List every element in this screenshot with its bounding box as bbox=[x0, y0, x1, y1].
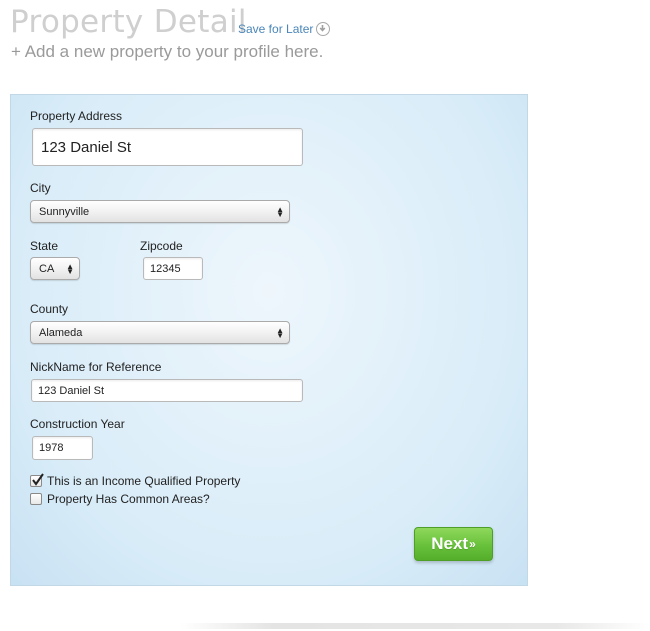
state-select-value: CA bbox=[39, 262, 55, 275]
bottom-divider bbox=[180, 623, 650, 629]
page-subtitle: + Add a new property to your profile her… bbox=[11, 42, 324, 61]
county-label: County bbox=[30, 302, 69, 316]
up-down-arrows-icon: ▲ ▼ bbox=[276, 204, 284, 219]
download-circle-icon[interactable] bbox=[316, 22, 331, 36]
zipcode-label: Zipcode bbox=[140, 239, 183, 253]
construction-year-label: Construction Year bbox=[30, 417, 125, 431]
state-select[interactable]: CA ▲ ▼ bbox=[30, 257, 80, 280]
save-for-later-label[interactable]: Save for Later bbox=[238, 22, 313, 36]
up-down-arrows-icon: ▲ ▼ bbox=[276, 325, 284, 340]
nickname-label: NickName for Reference bbox=[30, 360, 162, 374]
county-select[interactable]: Alameda ▲ ▼ bbox=[30, 321, 290, 344]
county-select-value: Alameda bbox=[39, 326, 83, 339]
city-select[interactable]: Sunnyville ▲ ▼ bbox=[30, 200, 290, 223]
page-title: Property Detail bbox=[10, 4, 247, 40]
common-areas-row[interactable]: Property Has Common Areas? bbox=[30, 492, 210, 506]
checkmark-icon bbox=[32, 473, 44, 486]
common-areas-checkbox[interactable] bbox=[30, 493, 42, 505]
next-button[interactable]: Next» bbox=[414, 527, 493, 561]
zipcode-input[interactable]: 12345 bbox=[143, 257, 203, 280]
city-label: City bbox=[30, 181, 51, 195]
income-qualified-checkbox[interactable] bbox=[30, 473, 44, 487]
next-arrow-icon: » bbox=[469, 537, 476, 551]
save-for-later-link[interactable]: Save for Later bbox=[238, 22, 331, 36]
city-select-value: Sunnyville bbox=[39, 205, 90, 218]
next-button-label: Next bbox=[431, 534, 469, 553]
property-address-input[interactable]: 123 Daniel St bbox=[32, 128, 303, 166]
up-down-arrows-icon: ▲ ▼ bbox=[66, 261, 74, 276]
common-areas-label[interactable]: Property Has Common Areas? bbox=[47, 492, 210, 506]
income-qualified-row[interactable]: This is an Income Qualified Property bbox=[30, 473, 240, 488]
property-address-label: Property Address bbox=[30, 109, 123, 123]
income-qualified-label[interactable]: This is an Income Qualified Property bbox=[47, 474, 240, 488]
construction-year-input[interactable]: 1978 bbox=[32, 436, 93, 460]
nickname-input[interactable]: 123 Daniel St bbox=[31, 379, 303, 402]
state-label: State bbox=[30, 239, 59, 253]
